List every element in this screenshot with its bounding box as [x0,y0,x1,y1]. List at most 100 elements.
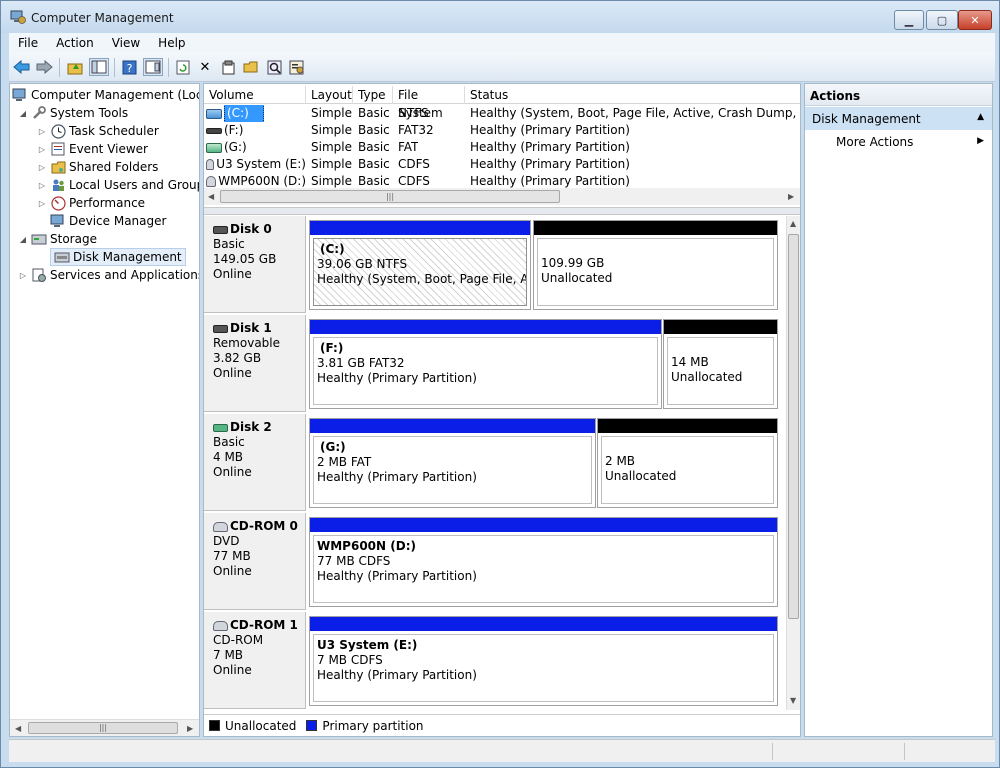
volume-layout: Simple [311,140,352,154]
column-header-type[interactable]: Type [353,86,393,104]
tree-item-root[interactable]: Computer Management (Local [12,86,199,104]
column-header-volume[interactable]: Volume [204,86,306,104]
unallocated-space[interactable]: 2 MB Unallocated [597,418,778,508]
disk-view-vertical-scrollbar[interactable]: ▲ ▼ [786,216,800,710]
menu-action[interactable]: Action [47,36,103,50]
partition-status: Healthy (System, Boot, Page File, Active [317,272,526,286]
volume-layout: Simple [311,106,352,120]
volume-row[interactable]: U3 System (E:) Simple Basic CDFS Healthy… [204,156,800,173]
scroll-down-icon[interactable]: ▼ [790,696,796,705]
expand-icon[interactable]: ▷ [18,271,28,280]
unallocated-space[interactable]: 14 MB Unallocated [663,319,778,409]
partition-g[interactable]: (G:) 2 MB FAT Healthy (Primary Partition… [309,418,596,508]
usb-disk-icon [213,423,228,432]
show-hide-tree-button[interactable] [89,58,109,76]
scrollbar-thumb[interactable]: ||| [220,190,560,203]
find-button[interactable] [264,58,284,76]
volume-fs: NTFS [398,106,429,120]
scrollbar-thumb[interactable]: ||| [28,722,178,734]
volume-list-horizontal-scrollbar[interactable]: ◀ ||| ▶ [204,188,800,205]
partition-c[interactable]: (C:) 39.06 GB NTFS Healthy (System, Boot… [309,220,531,310]
menu-help[interactable]: Help [149,36,194,50]
forward-arrow-icon [36,60,53,74]
cd-drive-icon [206,176,217,187]
window-title: Computer Management [31,11,174,25]
open-button[interactable] [241,58,261,76]
column-header-status[interactable]: Status [465,86,800,104]
scroll-right-icon[interactable]: ▶ [187,724,193,733]
more-actions-item[interactable]: More Actions ▶ [836,135,992,149]
minimize-button[interactable]: ▁ [894,10,924,30]
tree-label: Task Scheduler [69,124,159,138]
forward-button[interactable] [34,58,54,76]
unallocated-space[interactable]: 109.99 GB Unallocated [533,220,778,310]
partition-status: Healthy (Primary Partition) [317,569,477,583]
expand-icon[interactable]: ▷ [37,145,47,154]
partition-e[interactable]: U3 System (E:) 7 MB CDFS Healthy (Primar… [309,616,778,706]
disk-label[interactable]: Disk 1 Removable 3.82 GB Online [204,315,306,412]
actions-section-disk-management[interactable]: Disk Management ▲ [805,107,992,130]
tree-item-task-scheduler[interactable]: ▷ Task Scheduler [37,122,159,140]
cd-drive-icon [206,159,215,170]
menu-file[interactable]: File [9,36,47,50]
services-icon [31,267,47,283]
properties-button[interactable] [218,58,238,76]
partition-status: Healthy (Primary Partition) [317,668,477,682]
delete-button[interactable]: ✕ [195,58,215,76]
expand-icon[interactable]: ▷ [37,199,47,208]
scrollbar-thumb[interactable] [788,234,799,619]
help-button[interactable]: ? [119,58,139,76]
scroll-left-icon[interactable]: ◀ [15,724,21,733]
expand-icon[interactable]: ▷ [37,127,47,136]
pane-splitter[interactable] [204,207,800,215]
tree-item-system-tools[interactable]: ◢ System Tools [18,104,128,122]
tree-item-disk-management[interactable]: Disk Management [50,248,186,266]
partition-size: 39.06 GB NTFS [317,257,408,271]
settings-button[interactable] [287,58,307,76]
close-button[interactable]: ✕ [958,10,992,30]
tree-item-event-viewer[interactable]: ▷ Event Viewer [37,140,148,158]
disk-label[interactable]: CD-ROM 1 CD-ROM 7 MB Online [204,612,306,709]
tree-item-local-users[interactable]: ▷ Local Users and Groups [37,176,199,194]
hard-disk-icon [213,225,228,234]
column-header-file-system[interactable]: File System [393,86,465,120]
back-button[interactable] [12,58,32,76]
maximize-button[interactable]: ▢ [926,10,958,30]
collapse-icon[interactable]: ◢ [18,109,28,118]
scroll-left-icon[interactable]: ◀ [208,192,214,201]
tree-item-services[interactable]: ▷ Services and Applications [18,266,199,284]
tree-item-performance[interactable]: ▷ Performance [37,194,145,212]
svg-text:?: ? [126,62,132,75]
volume-row[interactable]: (C:) Simple Basic NTFS Healthy (System, … [204,105,800,122]
tree-horizontal-scrollbar[interactable]: ◀ ||| ▶ [10,719,199,736]
disk-label[interactable]: Disk 0 Basic 149.05 GB Online [204,216,306,313]
disk-management-pane: Volume Layout Type File System Status (C… [203,83,801,737]
scroll-up-icon[interactable]: ▲ [790,219,796,228]
disk-label[interactable]: Disk 2 Basic 4 MB Online [204,414,306,511]
volume-status: Healthy (System, Boot, Page File, Active… [470,106,800,120]
tree-item-device-manager[interactable]: Device Manager [50,212,166,230]
expand-icon[interactable]: ▷ [37,163,47,172]
collapse-icon[interactable]: ◢ [18,235,28,244]
menu-view[interactable]: View [103,36,149,50]
volume-row[interactable]: (F:) Simple Basic FAT32 Healthy (Primary… [204,122,800,139]
scroll-right-icon[interactable]: ▶ [788,192,794,201]
collapse-up-icon[interactable]: ▲ [977,112,984,122]
expand-icon[interactable]: ▷ [37,181,47,190]
tree-item-storage[interactable]: ◢ Storage [18,230,97,248]
users-icon [50,177,66,193]
partition-name: (G:) [320,440,346,454]
up-level-button[interactable] [65,58,85,76]
refresh-button[interactable] [173,58,193,76]
tree-item-shared-folders[interactable]: ▷ Shared Folders [37,158,158,176]
title-bar[interactable]: Computer Management ▁ ▢ ✕ [1,1,999,33]
partition-d[interactable]: WMP600N (D:) 77 MB CDFS Healthy (Primary… [309,517,778,607]
partition-f[interactable]: (F:) 3.81 GB FAT32 Healthy (Primary Part… [309,319,662,409]
show-console-button[interactable] [143,58,163,76]
column-header-layout[interactable]: Layout [306,86,353,104]
delete-icon: ✕ [199,59,211,75]
partition-size: 14 MB [671,355,709,369]
volume-row[interactable]: (G:) Simple Basic FAT Healthy (Primary P… [204,139,800,156]
disk-label[interactable]: CD-ROM 0 DVD 77 MB Online [204,513,306,610]
usb-drive-icon [206,142,222,153]
